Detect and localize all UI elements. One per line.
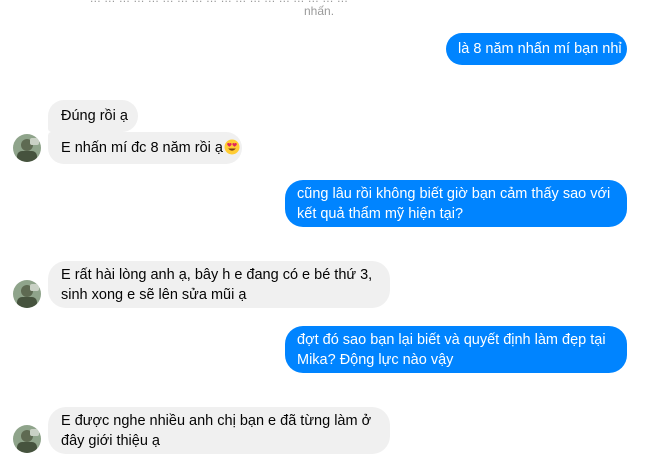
contact-avatar[interactable] bbox=[13, 425, 41, 453]
incoming-message[interactable]: Đúng rồi ạ bbox=[48, 100, 138, 132]
incoming-message[interactable]: E được nghe nhiều anh chị bạn e đã từng … bbox=[48, 407, 390, 454]
message-text-line: Mika? Động lực nào vậy bbox=[297, 351, 454, 368]
heart-eyes-emoji bbox=[224, 139, 240, 155]
message-text-line: đợt đó sao bạn lại biết và quyết định là… bbox=[297, 331, 606, 348]
message-text-line: kết quả thẩm mỹ hiện tại? bbox=[297, 205, 464, 222]
message-text: là 8 năm nhấn mí bạn nhỉ bbox=[458, 41, 622, 57]
message-text-line: cũng lâu rồi không biết giờ bạn cảm thấy… bbox=[297, 185, 611, 202]
message-text: Đúng rồi ạ bbox=[61, 108, 128, 124]
contact-avatar[interactable] bbox=[13, 134, 41, 162]
outgoing-message[interactable]: là 8 năm nhấn mí bạn nhỉ bbox=[446, 33, 627, 65]
contact-avatar[interactable] bbox=[13, 280, 41, 308]
previous-message-tail-text: nhấn. bbox=[304, 4, 335, 18]
message-text-line: sinh xong e sẽ lên sửa mũi ạ bbox=[61, 286, 247, 303]
previous-message-fragment: ... ... ... ... ... ... ... ... ... ... … bbox=[0, 0, 656, 22]
incoming-message[interactable]: E nhấn mí đc 8 năm rồi ạ bbox=[48, 132, 242, 164]
message-text-line: đây giới thiệu ạ bbox=[61, 432, 160, 449]
message-text: E nhấn mí đc 8 năm rồi ạ bbox=[61, 138, 240, 158]
message-text-body: E nhấn mí đc 8 năm rồi ạ bbox=[61, 140, 223, 156]
message-text-line: E rất hài lòng anh ạ, bây h e đang có e … bbox=[61, 266, 373, 283]
message-text-line: E được nghe nhiều anh chị bạn e đã từng … bbox=[61, 412, 372, 429]
incoming-message[interactable]: E rất hài lòng anh ạ, bây h e đang có e … bbox=[48, 261, 390, 308]
outgoing-message[interactable]: cũng lâu rồi không biết giờ bạn cảm thấy… bbox=[285, 180, 627, 227]
outgoing-message[interactable]: đợt đó sao bạn lại biết và quyết định là… bbox=[285, 326, 627, 373]
